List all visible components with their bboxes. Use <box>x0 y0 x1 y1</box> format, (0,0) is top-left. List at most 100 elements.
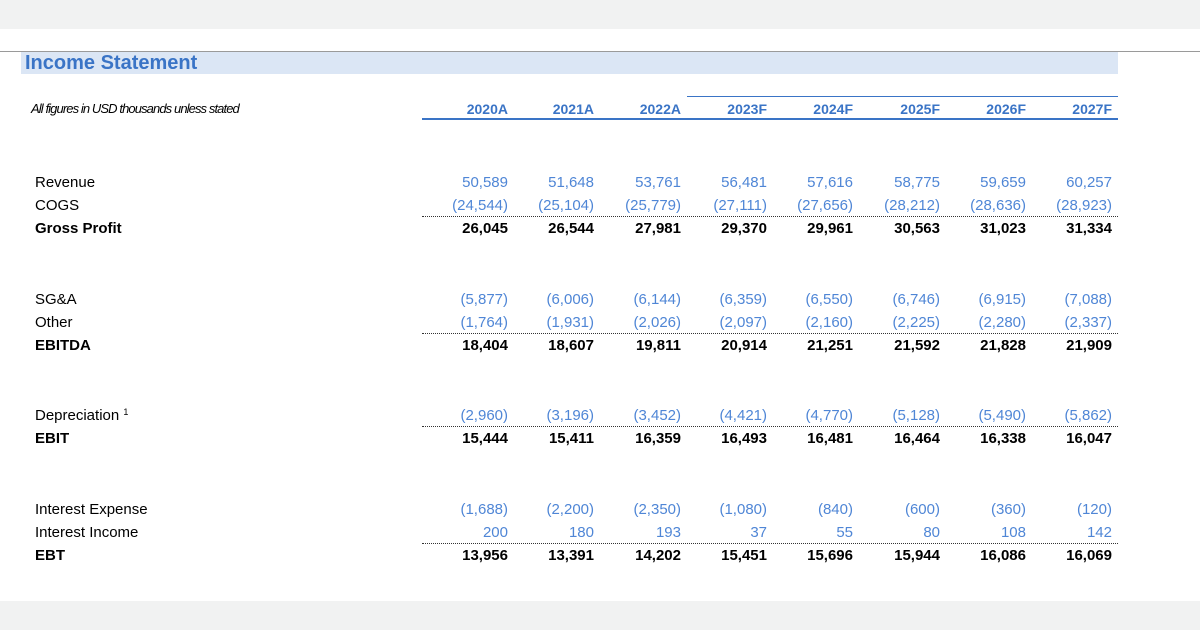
row-label: EBT <box>35 547 65 564</box>
value-cell: 21,828 <box>980 337 1026 354</box>
value-cell: (2,225) <box>892 314 940 331</box>
value-cell: 26,544 <box>548 220 594 237</box>
value-cell: 19,811 <box>635 337 681 354</box>
value-cell: 58,775 <box>894 174 940 191</box>
table-row: COGS (24,544) (25,104) (25,779) (27,111) (27,… <box>0 194 1200 217</box>
forecast-overline <box>687 96 1118 97</box>
value-cell: (2,960) <box>460 407 508 424</box>
table-row: EBT 13,956 13,391 14,202 15,451 15,696 15,944 1… <box>0 544 1200 567</box>
value-cell: (600) <box>904 501 940 518</box>
table-row: EBIT 15,444 15,411 16,359 16,493 16,481 16,464… <box>0 427 1200 450</box>
value-cell: (4,770) <box>805 407 853 424</box>
top-band <box>0 0 1200 29</box>
value-cell: (1,764) <box>460 314 508 331</box>
value-cell: (2,280) <box>978 314 1026 331</box>
value-cell: 55 <box>836 524 853 541</box>
page-title: Income Statement <box>25 52 198 74</box>
value-cell: 16,493 <box>721 430 767 447</box>
row-label: Interest Expense <box>35 501 148 518</box>
value-cell: 13,956 <box>462 547 508 564</box>
value-cell: 51,648 <box>548 174 594 191</box>
value-cell: 15,451 <box>721 547 767 564</box>
value-cell: 180 <box>568 524 594 541</box>
value-cell: 142 <box>1086 524 1112 541</box>
value-cell: (4,421) <box>719 407 767 424</box>
value-cell: 15,444 <box>462 430 508 447</box>
value-cell: 16,359 <box>635 430 681 447</box>
value-cell: 26,045 <box>462 220 508 237</box>
year-header: 2022A <box>639 101 681 117</box>
value-cell: (6,550) <box>805 291 853 308</box>
value-cell: 30,563 <box>894 220 940 237</box>
value-cell: 15,411 <box>548 430 594 447</box>
value-cell: (360) <box>990 501 1026 518</box>
value-cell: (28,923) <box>1056 197 1112 214</box>
value-cell: (2,200) <box>546 501 594 518</box>
value-cell: (7,088) <box>1064 291 1112 308</box>
value-cell: 15,944 <box>894 547 940 564</box>
value-cell: (3,452) <box>633 407 681 424</box>
value-cell: (28,212) <box>884 197 940 214</box>
year-header: 2025F <box>900 101 940 117</box>
year-header: 2020A <box>466 101 508 117</box>
footnote-marker: 1 <box>123 407 129 417</box>
value-cell: (120) <box>1076 501 1112 518</box>
value-cell: (28,636) <box>970 197 1026 214</box>
value-cell: (6,915) <box>978 291 1026 308</box>
title-bar: Income Statement <box>21 52 1118 74</box>
bottom-band <box>0 601 1200 630</box>
value-cell: (1,931) <box>546 314 594 331</box>
value-cell: (2,026) <box>633 314 681 331</box>
value-cell: 37 <box>750 524 767 541</box>
value-cell: 21,909 <box>1066 337 1112 354</box>
year-header: 2023F <box>727 101 767 117</box>
row-label: Gross Profit <box>35 220 122 237</box>
value-cell: 16,086 <box>980 547 1026 564</box>
value-cell: (27,111) <box>713 197 767 214</box>
value-cell: 20,914 <box>721 337 767 354</box>
table-row: Revenue 50,589 51,648 53,761 56,481 57,616 58,… <box>0 171 1200 194</box>
value-cell: (5,877) <box>460 291 508 308</box>
row-label: COGS <box>35 197 80 214</box>
table-row: Depreciation 1 (2,960) (3,196) (3,452) (4,42… <box>0 404 1200 427</box>
value-cell: (5,128) <box>892 407 940 424</box>
value-cell: 13,391 <box>548 547 594 564</box>
value-cell: (6,746) <box>892 291 940 308</box>
table-row: Gross Profit 26,045 26,544 27,981 29,370 29,9… <box>0 217 1200 240</box>
value-cell: (25,779) <box>625 197 681 214</box>
value-cell: 16,338 <box>980 430 1026 447</box>
value-cell: 57,616 <box>807 174 853 191</box>
value-cell: (3,196) <box>546 407 594 424</box>
year-header: 2021A <box>552 101 594 117</box>
value-cell: 27,981 <box>635 220 681 237</box>
row-label: Depreciation 1 <box>35 407 129 424</box>
value-cell: 50,589 <box>462 174 508 191</box>
value-cell: 29,961 <box>807 220 853 237</box>
value-cell: (6,359) <box>719 291 767 308</box>
row-label: Other <box>35 314 73 331</box>
value-cell: (5,490) <box>978 407 1026 424</box>
row-label: Revenue <box>35 174 96 191</box>
value-cell: (6,006) <box>546 291 594 308</box>
value-cell: 18,607 <box>548 337 594 354</box>
value-cell: (1,080) <box>719 501 767 518</box>
value-cell: 108 <box>1000 524 1026 541</box>
value-cell: 31,023 <box>980 220 1026 237</box>
value-cell: 31,334 <box>1066 220 1112 237</box>
row-label: SG&A <box>35 291 77 308</box>
value-cell: 80 <box>923 524 940 541</box>
value-cell: (2,350) <box>633 501 681 518</box>
value-cell: 193 <box>655 524 681 541</box>
row-label: EBITDA <box>35 337 91 354</box>
year-header: 2024F <box>813 101 853 117</box>
value-cell: 53,761 <box>635 174 681 191</box>
value-cell: 15,696 <box>807 547 853 564</box>
value-cell: 18,404 <box>462 337 508 354</box>
value-cell: 200 <box>482 524 508 541</box>
value-cell: 16,464 <box>894 430 940 447</box>
value-cell: (6,144) <box>633 291 681 308</box>
value-cell: (24,544) <box>452 197 508 214</box>
value-cell: (27,656) <box>797 197 853 214</box>
table-row: Other (1,764) (1,931) (2,026) (2,097) (2,160)… <box>0 311 1200 334</box>
value-cell: (2,160) <box>805 314 853 331</box>
